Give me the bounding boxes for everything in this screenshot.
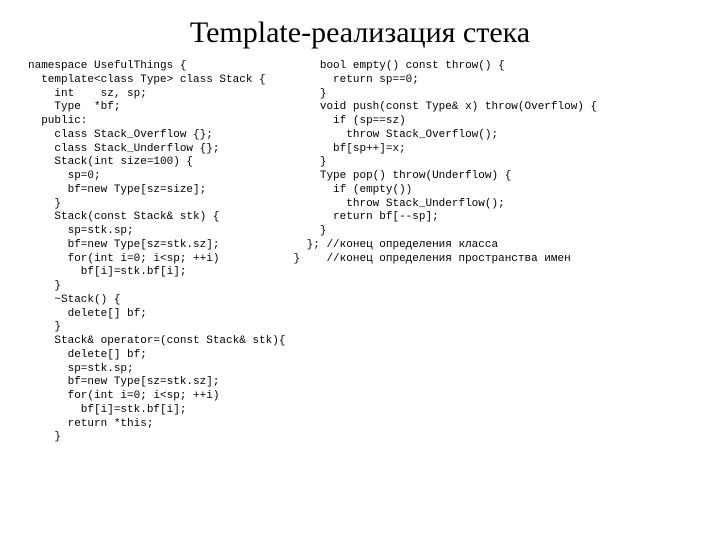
code-column-left: namespace UsefulThings { template<class … <box>28 60 293 445</box>
code-column-right: bool empty() const throw() { return sp==… <box>293 60 597 266</box>
slide-title: Template-реализация стека <box>28 16 692 50</box>
code-block: namespace UsefulThings { template<class … <box>28 60 692 445</box>
